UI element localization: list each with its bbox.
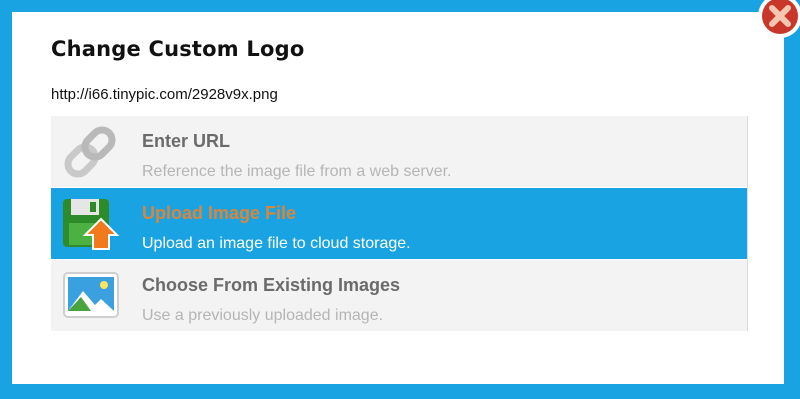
- option-enter-url[interactable]: Enter URL Reference the image file from …: [51, 116, 747, 187]
- option-title: Enter URL: [142, 131, 231, 151]
- dialog-title: Change Custom Logo: [51, 37, 305, 61]
- modal-frame: Change Custom Logo http://i66.tinypic.co…: [0, 0, 800, 399]
- current-logo-url: http://i66.tinypic.com/2928v9x.png: [51, 86, 278, 103]
- link-chain-icon: [57, 123, 123, 181]
- option-upload-image[interactable]: Upload Image File Upload an image file t…: [51, 188, 747, 259]
- change-logo-dialog: Change Custom Logo http://i66.tinypic.co…: [12, 12, 784, 384]
- option-description: Use a previously uploaded image.: [142, 307, 384, 324]
- option-description: Upload an image file to cloud storage.: [142, 235, 411, 252]
- option-description: Reference the image file from a web serv…: [142, 163, 452, 180]
- floppy-upload-icon: [57, 195, 123, 253]
- close-icon: [756, 0, 800, 44]
- option-title: Upload Image File: [142, 203, 297, 223]
- option-title: Choose From Existing Images: [142, 275, 401, 295]
- option-existing-images[interactable]: Choose From Existing Images Use a previo…: [51, 260, 747, 331]
- close-button[interactable]: [756, 0, 800, 40]
- image-gallery-icon: [57, 267, 123, 325]
- logo-source-options: Enter URL Reference the image file from …: [51, 116, 748, 331]
